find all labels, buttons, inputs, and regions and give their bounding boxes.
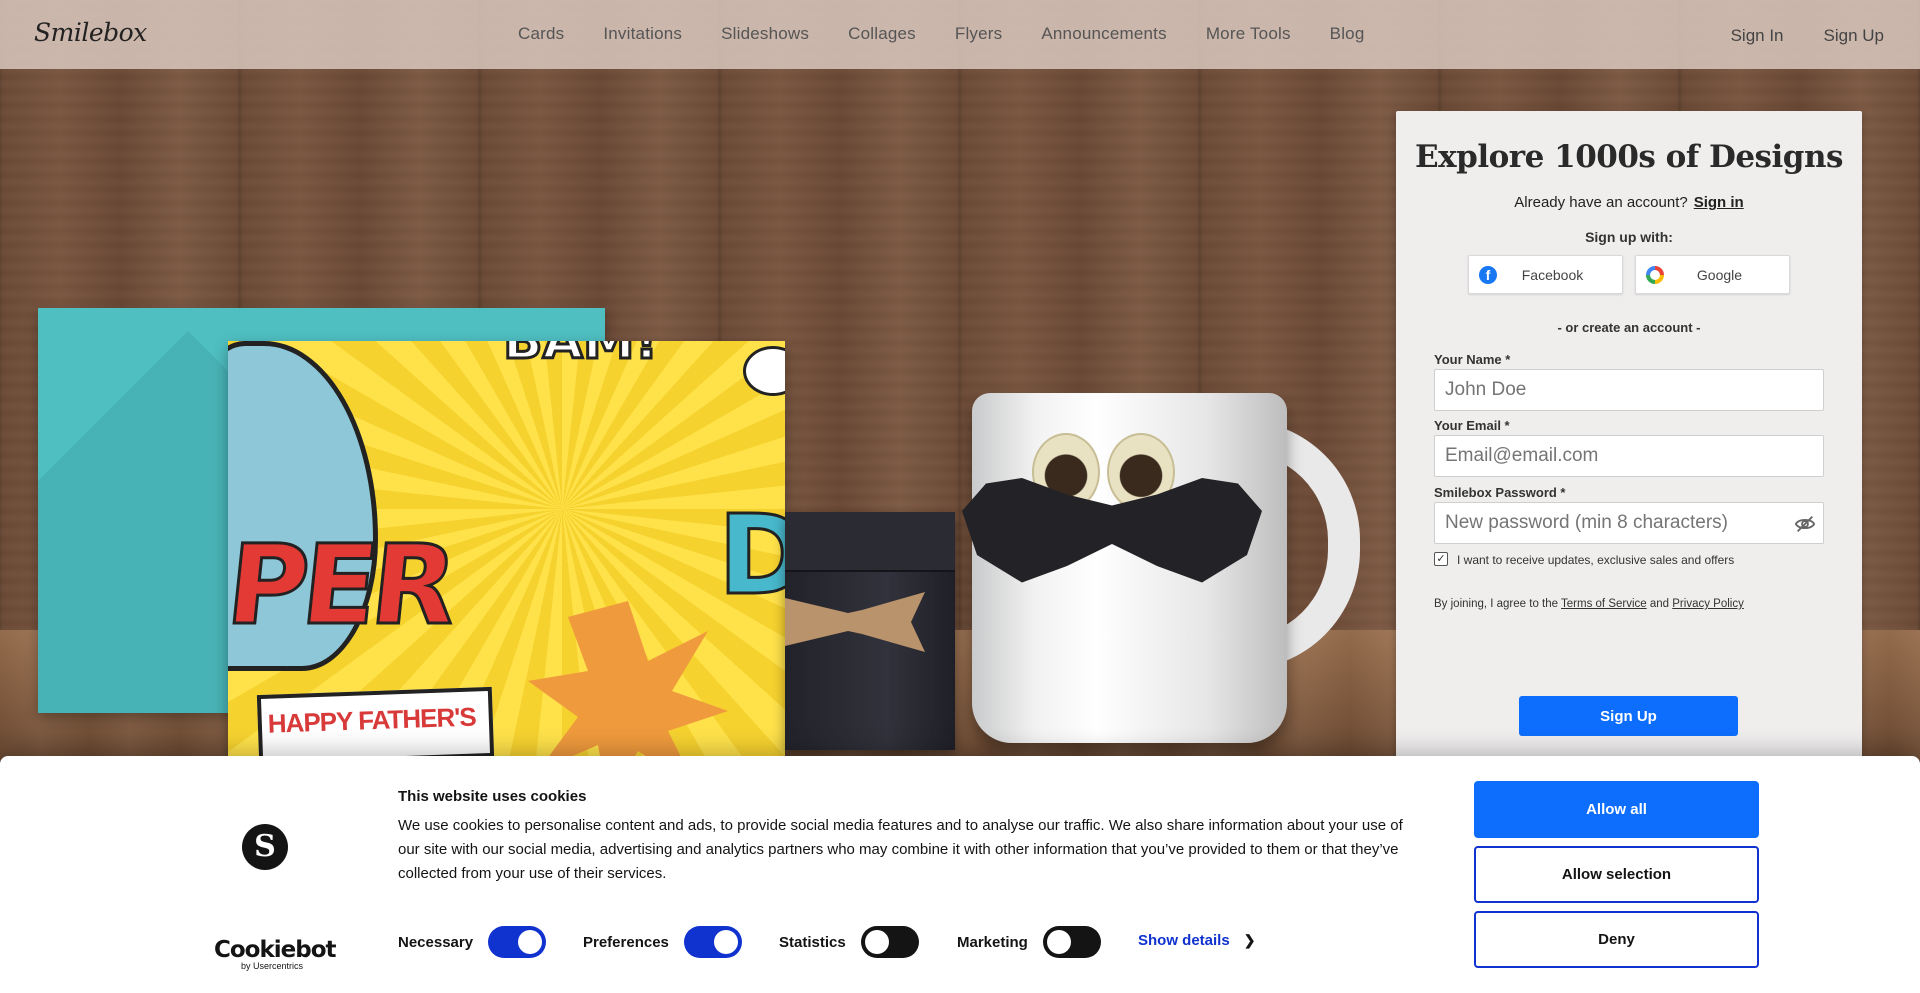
signup-sign-in-link[interactable]: Sign in [1694, 194, 1744, 211]
smilebox-logo[interactable]: Smilebox [34, 18, 147, 47]
card-banner: HAPPY FATHER'S [256, 686, 495, 761]
google-signup-button[interactable]: Google [1635, 255, 1790, 294]
nav-more-tools[interactable]: More Tools [1206, 24, 1291, 44]
toggle-necessary-switch[interactable] [488, 926, 547, 958]
gift-box-image [785, 512, 955, 750]
toggle-marketing-label: Marketing [957, 933, 1028, 951]
nav-invitations[interactable]: Invitations [603, 24, 682, 44]
facebook-signup-button[interactable]: f Facebook [1468, 255, 1623, 294]
chevron-right-icon: ❯ [1243, 932, 1256, 948]
terms-of-service-link[interactable]: Terms of Service [1561, 598, 1647, 610]
nav-blog[interactable]: Blog [1330, 24, 1365, 44]
cookiebot-by-usercentrics: by Usercentrics [241, 961, 304, 971]
main-nav: Cards Invitations Slideshows Collages Fl… [518, 24, 1403, 44]
gift-box-lid [785, 512, 955, 572]
signup-submit-button[interactable]: Sign Up [1519, 696, 1738, 736]
name-label: Your Name * [1434, 352, 1511, 367]
toggle-preferences-label: Preferences [583, 933, 669, 951]
mustache-mug-image [962, 393, 1287, 743]
deny-button[interactable]: Deny [1474, 911, 1759, 968]
cookiebot-brand: Cookiebot [214, 937, 337, 963]
cookiebot-logo-icon: S [242, 824, 288, 870]
cookie-banner-title: This website uses cookies [398, 788, 587, 805]
site-header: Smilebox Cards Invitations Slideshows Co… [0, 0, 1920, 69]
toggle-preferences-switch[interactable] [683, 926, 742, 958]
nav-announcements[interactable]: Announcements [1041, 24, 1166, 44]
toggle-necessary-label: Necessary [398, 933, 474, 951]
fathers-day-card-image: BAM! PER DA HAPPY FATHER'S [228, 341, 785, 761]
show-details-link[interactable]: Show details ❯ [1138, 932, 1255, 949]
name-input[interactable] [1434, 369, 1824, 411]
signup-panel: Explore 1000s of Designs Already have an… [1396, 111, 1862, 761]
email-input[interactable] [1434, 435, 1824, 477]
password-label: Smilebox Password * [1434, 485, 1566, 500]
card-text-bam: BAM! [501, 341, 659, 373]
privacy-policy-link[interactable]: Privacy Policy [1672, 598, 1744, 610]
toggle-statistics-switch[interactable] [860, 926, 919, 958]
or-create-account-divider: - or create an account - [1557, 320, 1701, 335]
card-text-da: DA [716, 490, 785, 621]
card-text-per: PER [228, 520, 459, 651]
header-sign-up-link[interactable]: Sign Up [1824, 26, 1884, 46]
already-have-account-text: Already have an account? [1514, 194, 1688, 211]
nav-cards[interactable]: Cards [518, 24, 564, 44]
toggle-preferences: Preferences [583, 926, 742, 958]
mustache [962, 478, 1262, 583]
card-cloud [743, 346, 785, 396]
google-label: Google [1696, 267, 1743, 283]
gift-box-bow [785, 592, 925, 652]
card-banner-text: HAPPY FATHER'S [267, 701, 477, 739]
terms-prefix: By joining, I agree to the [1434, 598, 1559, 610]
email-label: Your Email * [1434, 418, 1510, 433]
signup-title: Explore 1000s of Designs [1415, 139, 1843, 175]
toggle-necessary: Necessary [398, 926, 547, 958]
allow-all-button[interactable]: Allow all [1474, 781, 1759, 838]
nav-slideshows[interactable]: Slideshows [721, 24, 809, 44]
toggle-marketing-switch[interactable] [1042, 926, 1101, 958]
eye-slash-icon[interactable] [1794, 513, 1816, 535]
allow-selection-button[interactable]: Allow selection [1474, 846, 1759, 903]
nav-flyers[interactable]: Flyers [955, 24, 1002, 44]
toggle-statistics-label: Statistics [779, 933, 846, 951]
cookie-consent-banner: S Cookiebot by Usercentrics This website… [0, 756, 1920, 993]
sign-up-with-label: Sign up with: [1585, 229, 1673, 245]
already-have-account: Already have an account? Sign in [1396, 194, 1862, 211]
updates-checkbox-label: I want to receive updates, exclusive sal… [1457, 553, 1735, 567]
terms-and: and [1649, 598, 1670, 610]
card-orange-burst [528, 601, 728, 761]
password-input[interactable] [1434, 502, 1824, 544]
toggle-statistics: Statistics [779, 926, 919, 958]
show-details-label: Show details [1138, 932, 1230, 949]
nav-collages[interactable]: Collages [848, 24, 916, 44]
header-sign-in-link[interactable]: Sign In [1731, 26, 1784, 46]
terms-text: By joining, I agree to the Terms of Serv… [1434, 598, 1744, 610]
facebook-label: Facebook [1521, 267, 1584, 283]
toggle-marketing: Marketing [957, 926, 1101, 958]
header-auth: Sign In Sign Up [1691, 26, 1884, 46]
updates-checkbox[interactable]: ✓ [1434, 552, 1448, 566]
cookie-banner-text: We use cookies to personalise content an… [398, 817, 1403, 882]
